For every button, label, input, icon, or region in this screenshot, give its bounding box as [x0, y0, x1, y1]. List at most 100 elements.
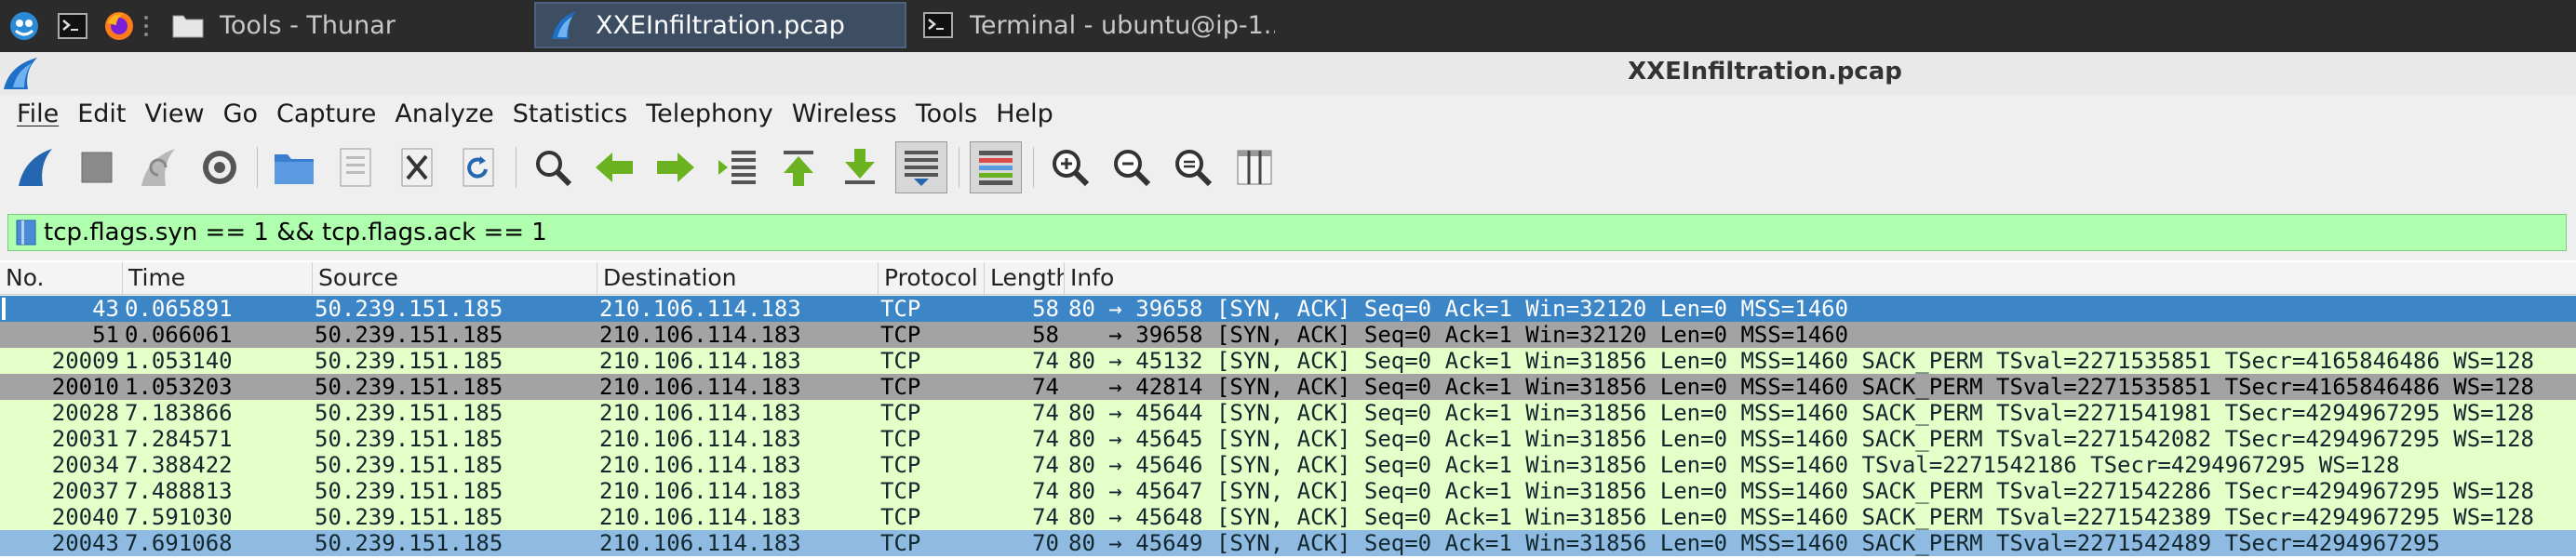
reload-file-button[interactable]	[452, 141, 504, 193]
table-row[interactable]: 20028 7.183866 50.239.151.185 210.106.11…	[0, 400, 2576, 426]
display-filter-bar	[7, 214, 2567, 251]
packet-list[interactable]: No. Time Source Destination Protocol Len…	[0, 262, 2576, 558]
table-row[interactable]: 20031 7.284571 50.239.151.185 210.106.11…	[0, 426, 2576, 452]
go-first-packet-button[interactable]	[772, 141, 825, 193]
display-filter-input[interactable]	[44, 217, 2566, 248]
column-header-time[interactable]: Time	[123, 262, 313, 294]
table-row[interactable]: 20034 7.388422 50.239.151.185 210.106.11…	[0, 452, 2576, 478]
menu-wireless[interactable]: Wireless	[783, 100, 906, 128]
table-row[interactable]: 20043 7.691068 50.239.151.185 210.106.11…	[0, 530, 2576, 556]
menu-statistics[interactable]: Statistics	[503, 100, 637, 128]
zoom-normal-button[interactable]	[1167, 141, 1219, 193]
cell-destination: 210.106.114.183	[599, 296, 801, 322]
cell-source: 50.239.151.185	[315, 374, 503, 400]
taskbar-task-label: XXEInfiltration.pcap	[596, 10, 845, 40]
colorize-packets-button[interactable]	[970, 141, 1022, 193]
cell-length: 74	[1032, 426, 1059, 452]
cell-info: 80 → 45647 [SYN, ACK] Seq=0 Ack=1 Win=31…	[1068, 478, 2534, 504]
menu-edit[interactable]: Edit	[68, 100, 135, 128]
menu-telephony[interactable]: Telephony	[637, 100, 783, 128]
cell-info: 80 → 45648 [SYN, ACK] Seq=0 Ack=1 Win=31…	[1068, 504, 2534, 530]
menu-capture[interactable]: Capture	[267, 100, 385, 128]
cell-time: 7.183866	[125, 400, 233, 426]
open-file-button[interactable]	[268, 141, 320, 193]
wireshark-fin-icon	[547, 8, 581, 42]
cell-info: 80 → 45649 [SYN, ACK] Seq=0 Ack=1 Win=31…	[1068, 530, 2440, 556]
go-last-packet-button[interactable]	[834, 141, 886, 193]
cell-time: 7.388422	[125, 452, 233, 478]
cell-source: 50.239.151.185	[315, 296, 503, 322]
cell-info: 80 → 45644 [SYN, ACK] Seq=0 Ack=1 Win=31…	[1068, 400, 2534, 426]
menu-analyze[interactable]: Analyze	[385, 100, 503, 128]
menu-help[interactable]: Help	[986, 100, 1063, 128]
auto-scroll-button[interactable]	[895, 141, 947, 193]
go-forward-button[interactable]	[650, 141, 702, 193]
cell-no: 20010	[51, 374, 119, 400]
folder-icon	[171, 8, 205, 42]
cell-source: 50.239.151.185	[315, 530, 503, 556]
cell-time: 7.284571	[125, 426, 233, 452]
cell-destination: 210.106.114.183	[599, 322, 801, 348]
column-header-destination[interactable]: Destination	[597, 262, 879, 294]
resize-columns-button[interactable]	[1228, 141, 1281, 193]
cell-no: 20009	[51, 348, 119, 374]
cell-protocol: TCP	[880, 530, 921, 556]
table-row[interactable]: 20040 7.591030 50.239.151.185 210.106.11…	[0, 504, 2576, 530]
cell-no: 20031	[51, 426, 119, 452]
cell-protocol: TCP	[880, 426, 921, 452]
table-row[interactable]: 43 0.065891 50.239.151.185 210.106.114.1…	[0, 296, 2576, 322]
cell-length: 74	[1032, 374, 1059, 400]
table-row[interactable]: 51 0.066061 50.239.151.185 210.106.114.1…	[0, 322, 2576, 348]
save-file-button[interactable]	[329, 141, 382, 193]
terminal-launcher-icon[interactable]	[54, 7, 91, 45]
column-header-no[interactable]: No.	[0, 262, 123, 294]
menu-go[interactable]: Go	[214, 100, 267, 128]
table-row[interactable]: 20009 1.053140 50.239.151.185 210.106.11…	[0, 348, 2576, 374]
cell-info: 80 → 45645 [SYN, ACK] Seq=0 Ack=1 Win=31…	[1068, 426, 2534, 452]
column-header-info[interactable]: Info	[1065, 262, 2576, 294]
bookmark-icon[interactable]	[16, 219, 36, 246]
table-row[interactable]: 20037 7.488813 50.239.151.185 210.106.11…	[0, 478, 2576, 504]
column-header-protocol[interactable]: Protocol	[879, 262, 985, 294]
cell-info: 80 → 45646 [SYN, ACK] Seq=0 Ack=1 Win=31…	[1068, 452, 2400, 478]
column-header-length[interactable]: Length	[985, 262, 1065, 294]
taskbar-task-thunar[interactable]: Tools - Thunar	[160, 2, 523, 48]
restart-capture-button[interactable]	[132, 141, 184, 193]
cell-destination: 210.106.114.183	[599, 452, 801, 478]
packet-list-header: No. Time Source Destination Protocol Len…	[0, 262, 2576, 295]
packet-rows: 43 0.065891 50.239.151.185 210.106.114.1…	[0, 296, 2576, 556]
cell-length: 74	[1032, 400, 1059, 426]
xfce-menu-icon[interactable]	[6, 7, 43, 45]
zoom-in-button[interactable]	[1044, 141, 1096, 193]
go-to-packet-button[interactable]	[711, 141, 763, 193]
table-row[interactable]: 20010 1.053203 50.239.151.185 210.106.11…	[0, 374, 2576, 400]
menu-tools[interactable]: Tools	[906, 100, 987, 128]
close-file-button[interactable]	[391, 141, 443, 193]
cell-length: 58	[1032, 322, 1059, 348]
menu-bar: File Edit View Go Capture Analyze Statis…	[0, 95, 2576, 132]
taskbar-task-terminal[interactable]: Terminal - ubuntu@ip-1...	[910, 2, 1275, 48]
column-header-source[interactable]: Source	[313, 262, 597, 294]
cell-source: 50.239.151.185	[315, 322, 503, 348]
cell-info: → 42814 [SYN, ACK] Seq=0 Ack=1 Win=31856…	[1068, 374, 2534, 400]
cell-destination: 210.106.114.183	[599, 478, 801, 504]
cell-info: 80 → 39658 [SYN, ACK] Seq=0 Ack=1 Win=32…	[1068, 296, 1849, 322]
firefox-icon[interactable]	[101, 7, 138, 45]
start-capture-button[interactable]	[9, 141, 61, 193]
cell-source: 50.239.151.185	[315, 504, 503, 530]
taskbar-task-label: Terminal - ubuntu@ip-1...	[970, 10, 1275, 40]
go-back-button[interactable]	[588, 141, 640, 193]
window-titlebar[interactable]: XXEInfiltration.pcap	[0, 52, 2576, 96]
find-packet-button[interactable]	[527, 141, 579, 193]
cell-time: 0.065891	[125, 296, 233, 322]
stop-capture-button[interactable]	[71, 141, 123, 193]
cell-source: 50.239.151.185	[315, 400, 503, 426]
taskbar: Tools - Thunar XXEInfiltration.pcap Term…	[0, 0, 2576, 52]
main-toolbar	[0, 132, 2576, 207]
cell-source: 50.239.151.185	[315, 478, 503, 504]
menu-view[interactable]: View	[135, 100, 213, 128]
taskbar-task-wireshark[interactable]: XXEInfiltration.pcap	[534, 2, 906, 48]
zoom-out-button[interactable]	[1106, 141, 1158, 193]
menu-file[interactable]: File	[7, 100, 68, 128]
capture-options-button[interactable]	[194, 141, 246, 193]
